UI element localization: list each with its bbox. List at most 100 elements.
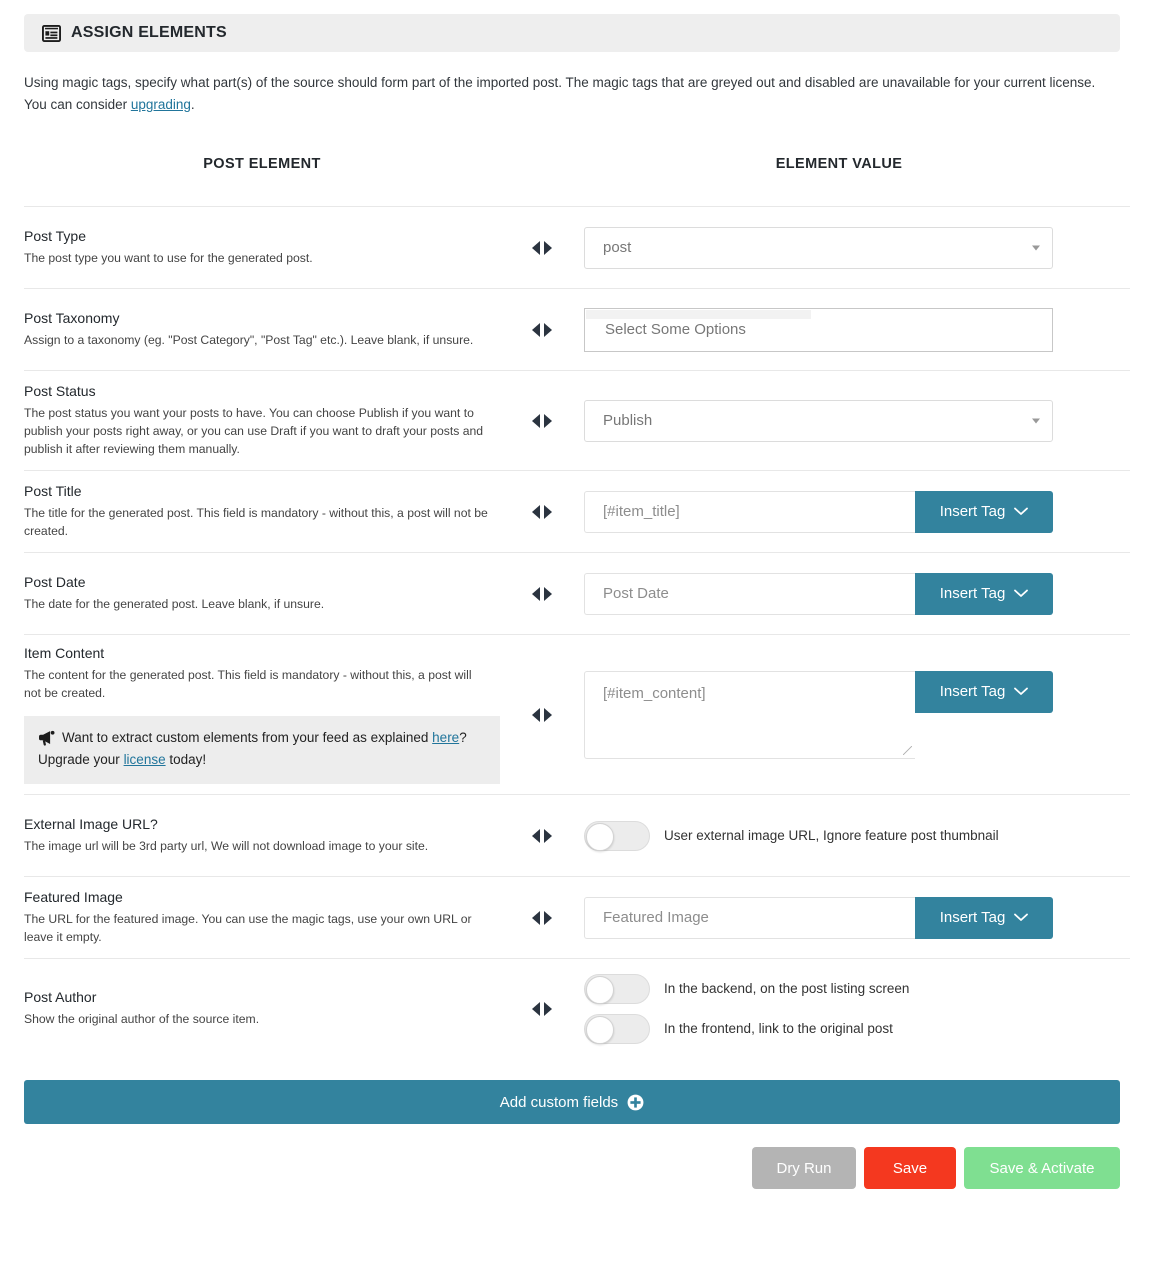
- post-date-field-group: Post Date Insert Tag: [584, 572, 1053, 615]
- column-header-post-element: POST ELEMENT: [203, 156, 321, 172]
- left-right-arrows-icon[interactable]: [530, 413, 554, 429]
- post-status-value-cell: Publish: [584, 399, 1094, 442]
- row-external-image-url: External Image URL? The image url will b…: [24, 794, 1130, 876]
- featured-image-label-cell: Featured Image The URL for the featured …: [24, 889, 500, 946]
- featured-image-value-cell: Featured Image Insert Tag: [584, 896, 1094, 939]
- external-image-url-description: The image url will be 3rd party url, We …: [24, 839, 429, 853]
- toggle-knob: [586, 975, 614, 1004]
- post-title-reorder-cell: [500, 504, 584, 520]
- external-image-url-toggle-row: User external image URL, Ignore feature …: [584, 820, 999, 851]
- item-content-field-group: [#item_content] Insert Tag: [584, 670, 1053, 759]
- post-date-value-cell: Post Date Insert Tag: [584, 572, 1094, 615]
- post-date-insert-tag-button[interactable]: Insert Tag: [915, 572, 1053, 615]
- external-image-url-toggle-label: User external image URL, Ignore feature …: [664, 828, 999, 843]
- left-right-arrows-icon[interactable]: [530, 828, 554, 844]
- post-taxonomy-placeholder: Select Some Options: [605, 321, 746, 338]
- post-type-select-value: post: [603, 239, 632, 256]
- external-image-url-reorder-cell: [500, 828, 584, 844]
- add-custom-fields-button[interactable]: Add custom fields: [24, 1080, 1120, 1124]
- post-title-input[interactable]: [#item_title]: [584, 490, 915, 533]
- intro-text-2: .: [190, 97, 195, 112]
- table-column-headers: POST ELEMENT ELEMENT VALUE: [24, 156, 1130, 206]
- row-featured-image: Featured Image The URL for the featured …: [24, 876, 1130, 958]
- post-date-insert-tag-label: Insert Tag: [939, 585, 1006, 602]
- featured-image-insert-tag-button[interactable]: Insert Tag: [915, 896, 1053, 939]
- save-button[interactable]: Save: [864, 1147, 956, 1189]
- item-content-label-cell: Item Content The content for the generat…: [24, 645, 500, 784]
- post-status-description: The post status you want your posts to h…: [24, 406, 484, 456]
- post-author-frontend-toggle-label: In the frontend, link to the original po…: [664, 1021, 893, 1036]
- megaphone-icon: [38, 730, 56, 746]
- external-image-url-toggle[interactable]: [584, 820, 650, 851]
- panel-header: ASSIGN ELEMENTS: [24, 14, 1120, 52]
- row-post-date: Post Date The date for the generated pos…: [24, 552, 1130, 634]
- post-date-reorder-cell: [500, 586, 584, 602]
- featured-image-field-group: Featured Image Insert Tag: [584, 896, 1053, 939]
- notice-license-link[interactable]: license: [124, 752, 166, 767]
- upgrading-link[interactable]: upgrading: [131, 97, 191, 112]
- dry-run-button[interactable]: Dry Run: [752, 1147, 856, 1189]
- left-right-arrows-icon[interactable]: [530, 240, 554, 256]
- intro-paragraph: Using magic tags, specify what part(s) o…: [24, 72, 1114, 116]
- post-author-frontend-toggle-row: In the frontend, link to the original po…: [584, 1013, 1053, 1044]
- left-right-arrows-icon[interactable]: [530, 504, 554, 520]
- post-taxonomy-label-cell: Post Taxonomy Assign to a taxonomy (eg. …: [24, 310, 500, 349]
- post-author-backend-toggle-row: In the backend, on the post listing scre…: [584, 973, 1053, 1004]
- featured-image-description: The URL for the featured image. You can …: [24, 912, 472, 944]
- post-title-insert-tag-button[interactable]: Insert Tag: [915, 490, 1053, 533]
- chevron-down-icon: [1032, 418, 1040, 423]
- post-title-description: The title for the generated post. This f…: [24, 506, 488, 538]
- post-type-select[interactable]: post: [584, 226, 1053, 269]
- row-post-taxonomy: Post Taxonomy Assign to a taxonomy (eg. …: [24, 288, 1130, 370]
- row-item-content: Item Content The content for the generat…: [24, 634, 1130, 794]
- toggle-knob: [586, 822, 614, 851]
- post-title-value-cell: [#item_title] Insert Tag: [584, 490, 1094, 533]
- item-content-reorder-cell: [500, 707, 584, 723]
- item-content-textarea-value: [#item_content]: [603, 684, 706, 702]
- post-author-reorder-cell: [500, 1001, 584, 1017]
- column-header-element-value: ELEMENT VALUE: [775, 156, 903, 172]
- toggle-knob: [586, 1015, 614, 1044]
- post-date-label: Post Date: [24, 574, 86, 590]
- save-and-activate-button[interactable]: Save & Activate: [964, 1147, 1120, 1189]
- post-status-label-cell: Post Status The post status you want you…: [24, 383, 500, 458]
- left-right-arrows-icon[interactable]: [530, 707, 554, 723]
- post-type-description: The post type you want to use for the ge…: [24, 251, 313, 265]
- post-status-reorder-cell: [500, 413, 584, 429]
- notice-here-link[interactable]: here: [432, 730, 459, 745]
- post-date-label-cell: Post Date The date for the generated pos…: [24, 574, 500, 613]
- list-box-icon: [42, 24, 61, 43]
- featured-image-insert-tag-label: Insert Tag: [939, 909, 1006, 926]
- post-type-label-cell: Post Type The post type you want to use …: [24, 228, 500, 267]
- item-content-insert-tag-button[interactable]: Insert Tag: [915, 670, 1053, 713]
- left-right-arrows-icon[interactable]: [530, 910, 554, 926]
- assign-elements-page: ASSIGN ELEMENTS Using magic tags, specif…: [0, 14, 1154, 1189]
- left-right-arrows-icon[interactable]: [530, 1001, 554, 1017]
- chevron-down-icon: [1014, 589, 1029, 598]
- post-status-select[interactable]: Publish: [584, 399, 1053, 442]
- item-content-label: Item Content: [24, 645, 105, 661]
- row-post-type: Post Type The post type you want to use …: [24, 206, 1130, 288]
- post-date-description: The date for the generated post. Leave b…: [24, 597, 325, 611]
- footer-buttons: Dry Run Save Save & Activate: [0, 1147, 1120, 1189]
- post-type-value-cell: post: [584, 226, 1094, 269]
- left-right-arrows-icon[interactable]: [530, 586, 554, 602]
- item-content-textarea[interactable]: [#item_content]: [584, 670, 915, 759]
- post-taxonomy-multiselect[interactable]: Select Some Options: [584, 307, 1053, 352]
- post-type-label: Post Type: [24, 228, 87, 244]
- item-content-insert-tag-label: Insert Tag: [939, 683, 1006, 700]
- post-taxonomy-value-cell: Select Some Options: [584, 307, 1094, 352]
- post-date-input[interactable]: Post Date: [584, 572, 915, 615]
- featured-image-input-value: Featured Image: [603, 909, 709, 926]
- post-type-reorder-cell: [500, 240, 584, 256]
- post-taxonomy-label: Post Taxonomy: [24, 310, 120, 326]
- left-right-arrows-icon[interactable]: [530, 322, 554, 338]
- post-author-backend-toggle[interactable]: [584, 973, 650, 1004]
- item-content-value-cell: [#item_content] Insert Tag: [584, 670, 1094, 759]
- notice-text-1: Want to extract custom elements from you…: [62, 730, 433, 745]
- post-author-frontend-toggle[interactable]: [584, 1013, 650, 1044]
- upgrade-notice: Want to extract custom elements from you…: [24, 716, 500, 784]
- post-title-label-cell: Post Title The title for the generated p…: [24, 483, 500, 540]
- featured-image-input[interactable]: Featured Image: [584, 896, 915, 939]
- element-rows: Post Type The post type you want to use …: [24, 206, 1130, 1058]
